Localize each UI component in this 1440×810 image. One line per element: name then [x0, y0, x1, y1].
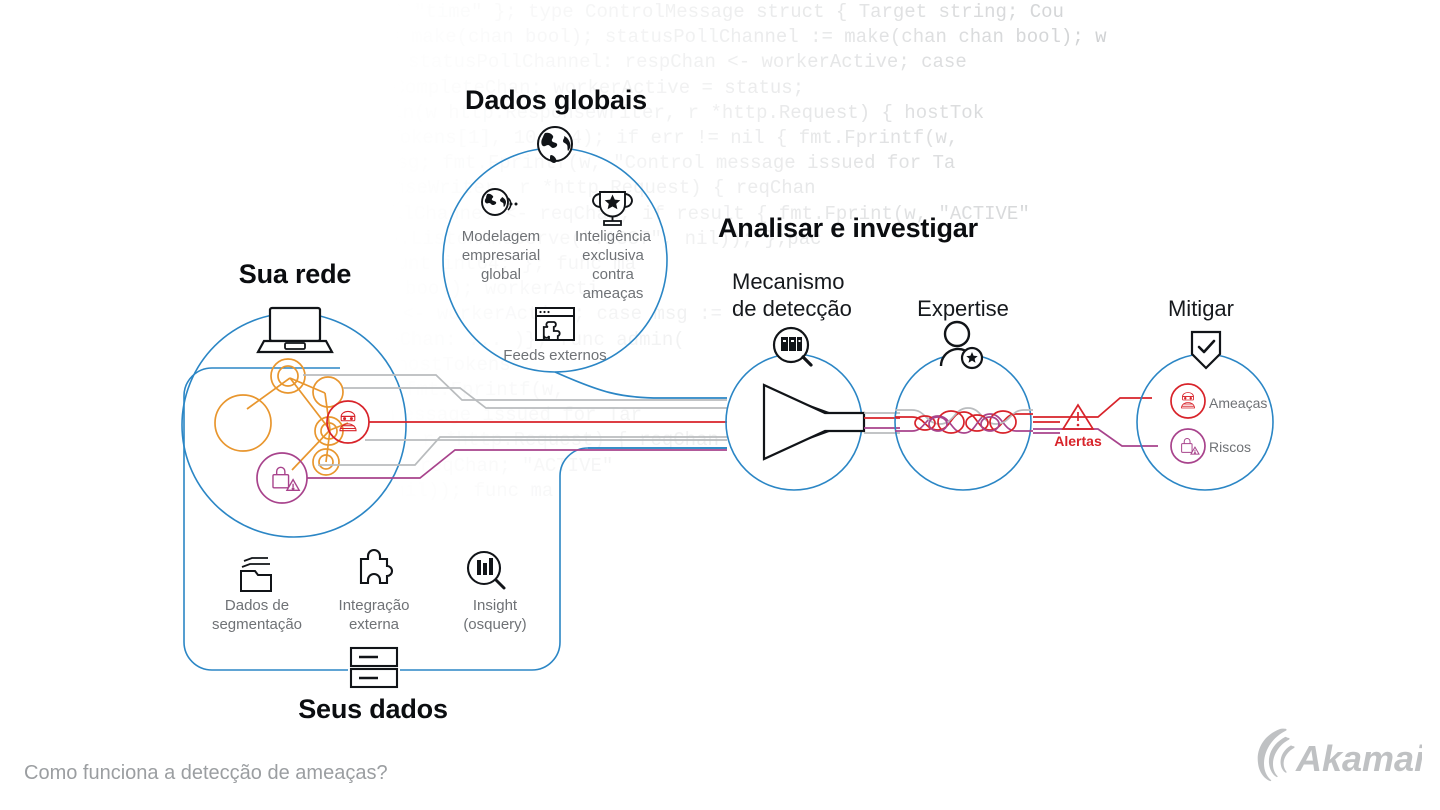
expertise-label: Expertise	[917, 296, 1009, 321]
puzzle-icon	[359, 548, 393, 585]
detection-engine-label: Mecanismo de detecção	[732, 269, 852, 321]
globe-network-icon	[481, 188, 518, 216]
expert-user-icon	[939, 320, 984, 370]
your-data-title: Seus dados	[298, 694, 448, 724]
laptop-icon	[256, 306, 334, 354]
your-data-item-2-label: Insight (osquery)	[463, 597, 527, 633]
expertise-shape	[894, 353, 1033, 491]
your-data-item-0-label: Dados de segmentação	[211, 597, 303, 633]
magnifier-servers-icon	[772, 326, 813, 367]
alerts-label: Alertas	[1054, 433, 1102, 449]
diagram-canvas: "message" "time" }; type ControlMessage …	[0, 0, 1440, 810]
trophy-star-icon	[592, 191, 633, 226]
server-icon	[349, 646, 399, 689]
analyze-title: Analisar e investigar	[718, 213, 978, 243]
page-caption: Como funciona a detecção de ameaças?	[24, 762, 388, 784]
mitigate-title: Mitigar	[1167, 296, 1234, 321]
magnifier-data-icon	[466, 550, 506, 590]
risk-node-icon	[256, 452, 308, 504]
global-data-item-2-label: Feeds externos	[503, 347, 607, 364]
mitigate-circle	[1136, 353, 1274, 491]
detection-engine-shape	[725, 353, 900, 491]
data-flow-lines	[303, 371, 727, 479]
hacker-node-icon	[326, 400, 370, 444]
your-network-title: Sua rede	[238, 259, 352, 289]
browser-puzzle-icon	[535, 307, 575, 341]
folders-icon	[240, 557, 272, 592]
global-data-item-1-label: Inteligência exclusiva contra ameaças	[575, 228, 651, 302]
globe-icon	[537, 126, 573, 163]
mitigate-item-1-label: Riscos	[1209, 439, 1252, 455]
akamai-logo: Akamai	[1252, 723, 1425, 788]
shield-check-icon	[1190, 330, 1222, 370]
mitigate-item-0-label: Ameaças	[1209, 395, 1268, 411]
svg-text:Akamai: Akamai	[1295, 738, 1422, 779]
global-data-title: Dados globais	[465, 85, 647, 115]
global-data-item-0-label: Modelagem empresarial global	[461, 228, 541, 283]
your-data-item-1-label: Integração externa	[338, 597, 410, 633]
